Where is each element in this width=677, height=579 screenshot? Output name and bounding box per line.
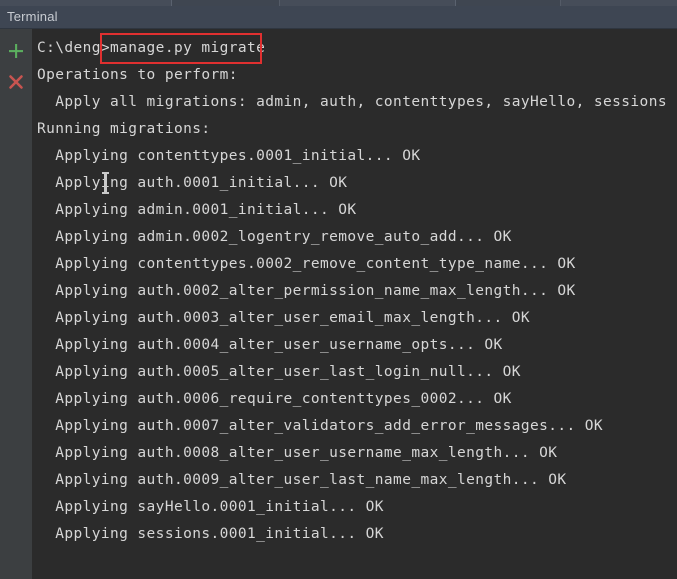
terminal-line: Apply all migrations: admin, auth, conte… (37, 94, 667, 110)
terminal-line-list: C:\deng>manage.py migrate Operations to … (32, 29, 667, 548)
terminal-line: Applying auth.0007_alter_validators_add_… (37, 418, 604, 434)
terminal-line: Running migrations: (37, 121, 211, 137)
terminal-line: Applying auth.0004_alter_user_username_o… (37, 337, 503, 353)
terminal-line: Applying auth.0002_alter_permission_name… (37, 283, 576, 299)
terminal-action-gutter (0, 29, 32, 579)
terminal-line: Applying sayHello.0001_initial... OK (37, 499, 384, 515)
close-session-button[interactable] (4, 70, 28, 94)
terminal-line: Applying auth.0009_alter_user_last_name_… (37, 472, 567, 488)
terminal-line: Applying auth.0001_initial... OK (37, 175, 348, 191)
terminal-line: Applying admin.0001_initial... OK (37, 202, 357, 218)
plus-icon (7, 42, 25, 60)
terminal-line: Applying auth.0003_alter_user_email_max_… (37, 310, 531, 326)
terminal-line: Applying auth.0008_alter_user_username_m… (37, 445, 558, 461)
terminal-line: Applying contenttypes.0002_remove_conten… (37, 256, 576, 272)
terminal-window: Terminal C:\deng>manage.py migrate Opera… (0, 0, 677, 579)
terminal-line: Applying auth.0005_alter_user_last_login… (37, 364, 521, 380)
terminal-line: Applying auth.0006_require_contenttypes_… (37, 391, 512, 407)
terminal-line: Applying sessions.0001_initial... OK (37, 526, 384, 542)
terminal-output-area[interactable]: C:\deng>manage.py migrate Operations to … (32, 29, 677, 579)
terminal-line: Applying admin.0002_logentry_remove_auto… (37, 229, 512, 245)
panel-title: Terminal (7, 9, 58, 24)
terminal-line: Applying contenttypes.0001_initial... OK (37, 148, 421, 164)
new-session-button[interactable] (4, 39, 28, 63)
terminal-line: Operations to perform: (37, 67, 238, 83)
terminal-header-bar: Terminal (0, 6, 677, 29)
close-icon (7, 73, 25, 91)
terminal-line: C:\deng>manage.py migrate (37, 40, 266, 56)
